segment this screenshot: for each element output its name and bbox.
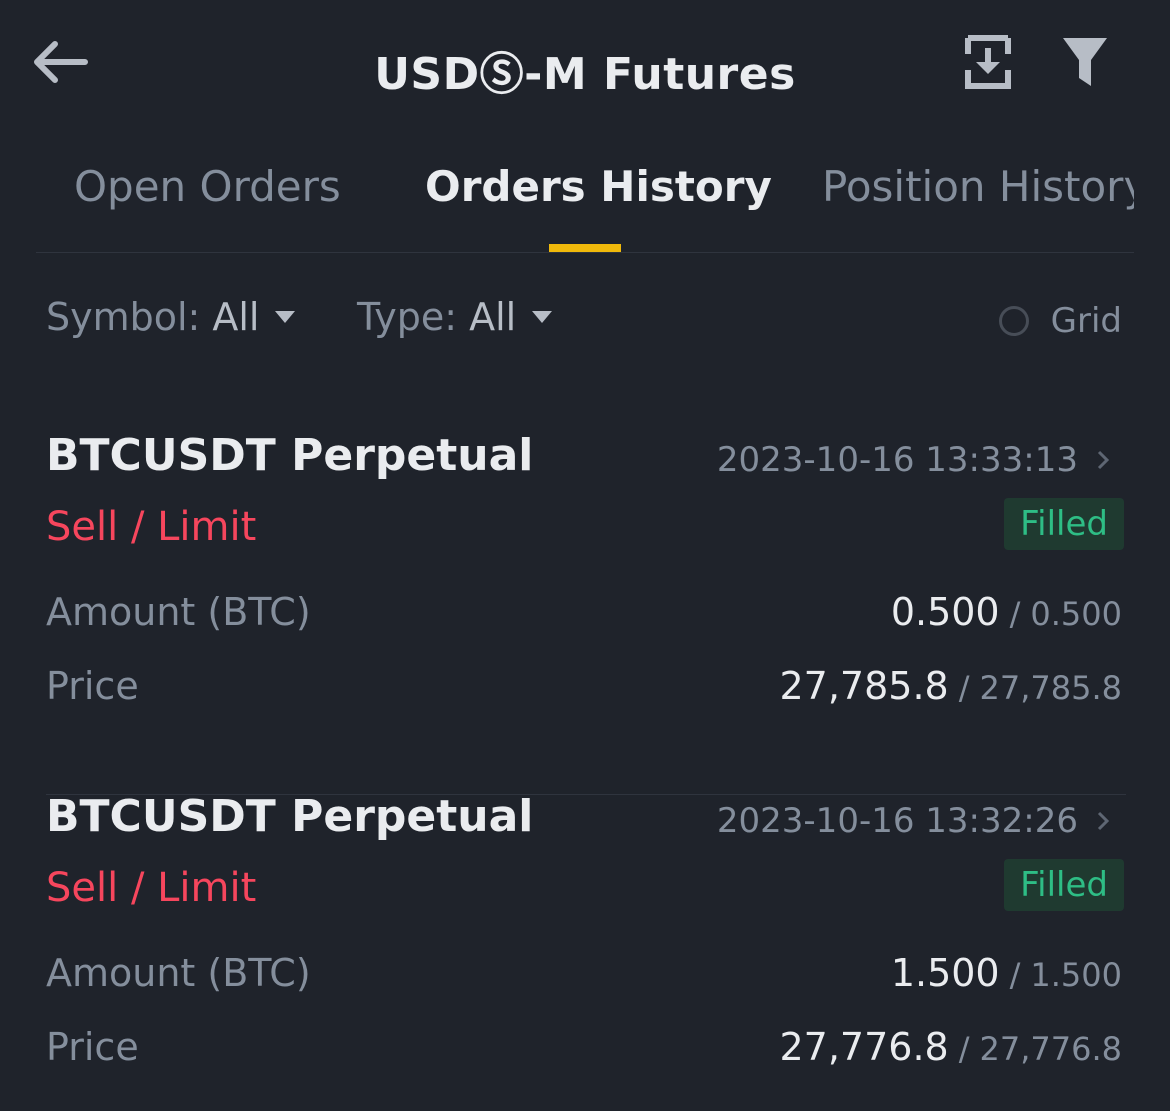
status-badge: Filled bbox=[1004, 498, 1124, 550]
grid-label: Grid bbox=[1050, 301, 1122, 341]
price-avg: 27,776.8 bbox=[779, 1025, 949, 1069]
type-filter-value: All bbox=[469, 295, 517, 339]
type-filter-dropdown[interactable]: Type: All bbox=[357, 295, 554, 339]
order-time: 2023-10-16 13:32:26 bbox=[716, 801, 1078, 841]
grid-radio[interactable] bbox=[998, 306, 1029, 336]
order-symbol: BTCUSDT Perpetual bbox=[46, 791, 534, 842]
status-badge: Filled bbox=[1004, 859, 1124, 911]
price-label: Price bbox=[46, 664, 139, 708]
amount-filled: 0.500 bbox=[890, 590, 1000, 634]
tab-open-orders[interactable]: Open Orders bbox=[74, 162, 341, 211]
symbol-filter-label: Symbol: bbox=[46, 295, 201, 339]
order-side: Sell / Limit bbox=[46, 865, 257, 911]
price-order: 27,776.8 bbox=[979, 1030, 1123, 1068]
caret-down-icon bbox=[530, 309, 554, 325]
caret-down-icon bbox=[273, 309, 297, 325]
tab-bar: Open Orders Orders History Position Hist… bbox=[36, 140, 1134, 253]
header-bar: USDⓈ-M Futures bbox=[0, 0, 1170, 135]
tab-position-history[interactable]: Position History bbox=[822, 162, 1134, 211]
amount-value: 0.500/0.500 bbox=[890, 590, 1122, 634]
price-avg: 27,785.8 bbox=[779, 664, 949, 708]
export-button[interactable] bbox=[958, 34, 1018, 94]
filter-row: Symbol: All Type: All Grid bbox=[46, 295, 1126, 351]
order-time: 2023-10-16 13:33:13 bbox=[716, 440, 1078, 480]
amount-total: 0.500 bbox=[1030, 595, 1122, 633]
export-icon bbox=[964, 34, 1012, 94]
price-label: Price bbox=[46, 1025, 139, 1069]
amount-label: Amount (BTC) bbox=[46, 951, 311, 995]
chevron-right-icon bbox=[1096, 449, 1110, 471]
tab-orders-history[interactable]: Orders History bbox=[425, 162, 772, 211]
amount-filled: 1.500 bbox=[890, 951, 1000, 995]
amount-label: Amount (BTC) bbox=[46, 590, 311, 634]
chevron-right-icon bbox=[1096, 810, 1110, 832]
amount-value: 1.500/1.500 bbox=[890, 951, 1122, 995]
amount-total: 1.500 bbox=[1030, 956, 1122, 994]
order-time-link[interactable]: 2023-10-16 13:33:13 bbox=[717, 440, 1110, 480]
price-order: 27,785.8 bbox=[979, 669, 1123, 707]
order-card[interactable]: BTCUSDT Perpetual 2023-10-16 13:32:26 Se… bbox=[46, 791, 1126, 1111]
grid-toggle[interactable]: Grid bbox=[998, 301, 1122, 341]
filter-button[interactable] bbox=[1055, 34, 1115, 94]
symbol-filter-value: All bbox=[212, 295, 260, 339]
order-card[interactable]: BTCUSDT Perpetual 2023-10-16 13:33:13 Se… bbox=[46, 430, 1126, 795]
symbol-filter-dropdown[interactable]: Symbol: All bbox=[46, 295, 297, 339]
order-side: Sell / Limit bbox=[46, 504, 257, 550]
price-value: 27,785.8/27,785.8 bbox=[779, 664, 1123, 708]
type-filter-label: Type: bbox=[357, 295, 458, 339]
order-time-link[interactable]: 2023-10-16 13:32:26 bbox=[717, 801, 1110, 841]
price-value: 27,776.8/27,776.8 bbox=[779, 1025, 1123, 1069]
filter-icon bbox=[1061, 34, 1109, 94]
order-symbol: BTCUSDT Perpetual bbox=[46, 430, 534, 481]
active-tab-indicator bbox=[549, 244, 621, 252]
